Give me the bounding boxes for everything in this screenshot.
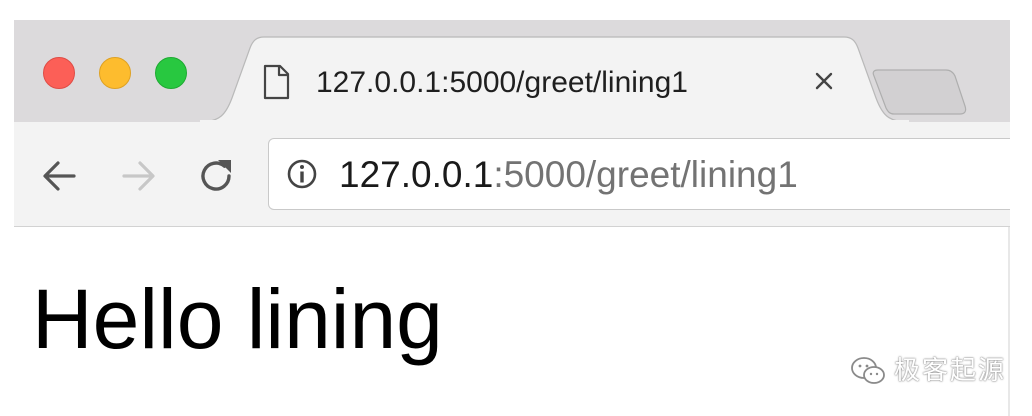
scrollbar-edge	[1008, 227, 1010, 416]
title-bar: 127.0.0.1:5000/greet/lining1	[14, 20, 1010, 122]
file-icon	[263, 64, 290, 100]
url-host: 127.0.0.1	[339, 154, 494, 195]
new-tab-button[interactable]	[872, 66, 972, 122]
screenshot-frame: 127.0.0.1:5000/greet/lining1 127.0.0.1:5…	[0, 0, 1032, 416]
watermark-text: 极客起源	[894, 356, 1007, 386]
browser-toolbar: 127.0.0.1:5000/greet/lining1	[14, 122, 1010, 227]
reload-icon[interactable]	[196, 156, 236, 196]
arrow-left-icon[interactable]	[40, 156, 80, 196]
url-path: :5000/greet/lining1	[493, 154, 798, 195]
page-heading: Hello lining	[32, 272, 443, 366]
address-bar[interactable]: 127.0.0.1:5000/greet/lining1	[268, 138, 1010, 210]
url-text[interactable]: 127.0.0.1:5000/greet/lining1	[339, 154, 798, 196]
page-content: Hello lining	[14, 227, 1010, 416]
close-icon[interactable]	[809, 66, 839, 96]
tab-title: 127.0.0.1:5000/greet/lining1	[316, 66, 688, 99]
info-icon[interactable]	[286, 158, 318, 190]
wechat-icon	[851, 357, 885, 384]
arrow-right-icon[interactable]	[118, 156, 158, 196]
